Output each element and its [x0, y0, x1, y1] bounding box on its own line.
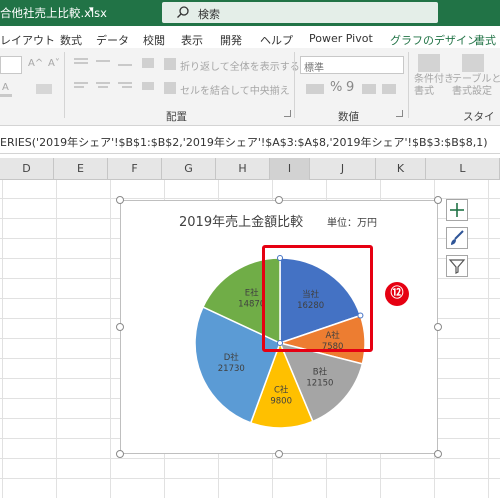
- column-header-f[interactable]: F: [108, 158, 162, 180]
- search-box[interactable]: 検索: [162, 2, 438, 23]
- resize-handle-r[interactable]: [434, 323, 442, 331]
- tab-chart-design[interactable]: グラフのデザイン: [390, 32, 478, 48]
- plus-icon: [450, 203, 464, 217]
- font-color-button[interactable]: A: [2, 82, 9, 93]
- resize-handle-l[interactable]: [116, 323, 124, 331]
- search-placeholder: 検索: [198, 8, 220, 21]
- merge-center-button[interactable]: セルを結合して中央揃え: [180, 82, 290, 97]
- formula-bar[interactable]: ERIES('2019年シェア'!$B$1:$B$2,'2019年シェア'!$A…: [0, 126, 500, 154]
- currency-icon[interactable]: [306, 84, 324, 94]
- align-middle-icon[interactable]: [96, 60, 110, 62]
- comma-button[interactable]: 9: [346, 80, 354, 95]
- title-dropdown-icon[interactable]: ▾: [89, 5, 94, 15]
- filter-icon: [448, 259, 466, 274]
- chart-elements-button[interactable]: [446, 199, 468, 221]
- resize-handle-tr[interactable]: [434, 196, 442, 204]
- align-top-icon[interactable]: [74, 58, 88, 60]
- column-header-j[interactable]: J: [310, 158, 376, 180]
- increase-decimal-icon[interactable]: [362, 84, 376, 94]
- align-right-icon-2: [122, 86, 132, 88]
- tab-layout[interactable]: レイアウト: [0, 32, 55, 48]
- step-badge: ⑫: [385, 282, 409, 306]
- merge-icon: [164, 82, 176, 94]
- column-header-d[interactable]: D: [0, 158, 54, 180]
- phonetic-icon[interactable]: [36, 84, 52, 94]
- search-icon: [177, 6, 189, 18]
- formula-text[interactable]: ERIES('2019年シェア'!$B$1:$B$2,'2019年シェア'!$A…: [0, 134, 488, 150]
- align-left-icon[interactable]: [74, 82, 88, 84]
- separator: [294, 52, 295, 118]
- tab-view[interactable]: 表示: [181, 32, 203, 48]
- percent-button[interactable]: %: [330, 80, 342, 95]
- separator: [408, 52, 409, 118]
- conditional-format-button[interactable]: 条件付き 書式: [414, 74, 454, 98]
- indent-icon[interactable]: [142, 82, 154, 90]
- column-header-h[interactable]: H: [216, 158, 270, 180]
- highlight-box: [262, 245, 373, 352]
- resize-handle-tl[interactable]: [116, 196, 124, 204]
- brush-icon: [451, 230, 464, 245]
- resize-handle-br[interactable]: [434, 450, 442, 458]
- column-header-g[interactable]: G: [162, 158, 216, 180]
- tab-format[interactable]: 書式: [474, 32, 496, 48]
- ribbon: A^ A˅ A 折り返して全体を表示する セルを結合して中央揃え 配置 標準 %…: [0, 48, 500, 138]
- column-header-k[interactable]: K: [376, 158, 426, 180]
- table-format-button[interactable]: テーブルとして 書式設定: [452, 74, 500, 98]
- ribbon-tabs: レイアウト 数式 データ 校閲 表示 開発 ヘルプ Power Pivot グラ…: [0, 26, 500, 48]
- title-bar: 合他社売上比較.xlsx ▾ 検索: [0, 0, 500, 26]
- tab-developer[interactable]: 開発: [220, 32, 242, 48]
- column-header-i[interactable]: I: [270, 158, 310, 180]
- tab-power-pivot[interactable]: Power Pivot: [309, 32, 373, 45]
- resize-handle-b[interactable]: [275, 450, 283, 458]
- number-format-select[interactable]: 標準: [300, 56, 404, 74]
- group-alignment: 配置: [166, 111, 187, 123]
- align-center-icon-2: [98, 86, 108, 88]
- shrink-font-button[interactable]: A˅: [48, 58, 60, 69]
- grow-font-button[interactable]: A^: [28, 58, 43, 69]
- column-header-l[interactable]: L: [426, 158, 500, 180]
- number-launcher-icon[interactable]: [396, 110, 403, 117]
- resize-handle-t[interactable]: [275, 196, 283, 204]
- alignment-launcher-icon[interactable]: [284, 110, 291, 117]
- align-top-icon-2: [74, 62, 88, 64]
- conditional-format-icon: [418, 54, 440, 72]
- tab-formulas[interactable]: 数式: [60, 32, 82, 48]
- number-format-value: 標準: [304, 63, 324, 74]
- tab-review[interactable]: 校閲: [143, 32, 165, 48]
- decrease-decimal-icon[interactable]: [382, 84, 396, 94]
- wrap-text-icon: [164, 58, 176, 70]
- tab-data[interactable]: データ: [96, 32, 129, 48]
- column-headers: D E F G H I J K L: [0, 158, 500, 180]
- font-size-box[interactable]: [0, 56, 22, 74]
- align-left-icon-2: [74, 86, 84, 88]
- tab-help[interactable]: ヘルプ: [260, 32, 293, 48]
- align-right-icon[interactable]: [118, 82, 132, 84]
- chart-filters-button[interactable]: [446, 255, 468, 277]
- column-header-e[interactable]: E: [54, 158, 108, 180]
- separator: [64, 52, 65, 118]
- align-center-icon[interactable]: [96, 82, 110, 84]
- chart-styles-button[interactable]: [446, 227, 468, 249]
- align-bottom-icon[interactable]: [118, 64, 132, 66]
- wrap-text-button[interactable]: 折り返して全体を表示する: [180, 58, 300, 73]
- font-color-bar: [0, 94, 12, 97]
- orientation-icon[interactable]: [142, 58, 154, 68]
- resize-handle-bl[interactable]: [116, 450, 124, 458]
- group-number: 数値: [338, 111, 359, 123]
- table-format-icon: [462, 54, 484, 72]
